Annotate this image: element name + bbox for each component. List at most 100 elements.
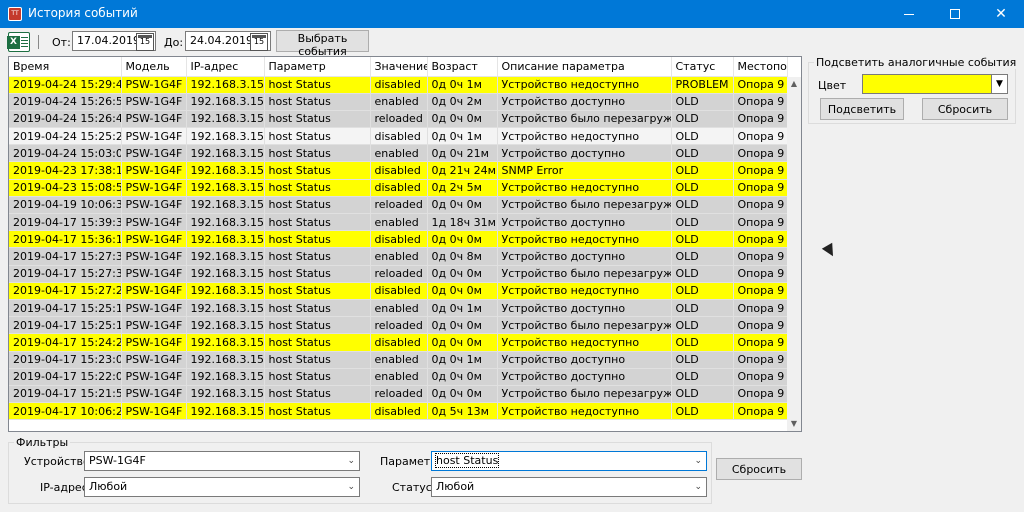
close-button[interactable]: ✕: [978, 0, 1024, 28]
table-cell: 2019-04-24 15:03:07: [9, 144, 122, 163]
table-cell: host Status: [264, 93, 371, 111]
table-row[interactable]: 2019-04-17 15:22:06 PSW-1G4F 192.168.3.152…: [9, 368, 788, 386]
to-calendar-icon[interactable]: 15: [250, 33, 268, 51]
table-cell: OLD: [671, 385, 734, 404]
table-cell: 192.168.3.152: [186, 161, 265, 180]
device-value: PSW-1G4F: [89, 454, 146, 467]
column-header[interactable]: Местопол: [733, 57, 788, 77]
table-cell: Устройство доступно: [497, 144, 672, 163]
table-cell: Опора 9: [733, 316, 788, 335]
table-row[interactable]: 2019-04-24 15:26:46 PSW-1G4F 192.168.3.152…: [9, 110, 788, 129]
table-cell: Опора 9: [733, 179, 788, 197]
table-cell: PSW-1G4F: [121, 351, 187, 369]
table-cell: 0д 0ч 0м: [427, 385, 498, 404]
column-header[interactable]: Значение: [370, 57, 428, 77]
column-header[interactable]: Время: [9, 57, 122, 77]
table-cell: reloaded: [370, 265, 428, 283]
table-cell: Опора 9: [733, 213, 788, 232]
table-cell: 192.168.3.152: [186, 385, 265, 404]
events-table: Время Модель IP-адрес Параметр Значение Возра…: [8, 56, 802, 432]
table-cell: 1д 18ч 31м: [427, 213, 498, 232]
highlight-reset-button[interactable]: Сбросить: [922, 98, 1008, 120]
table-cell: host Status: [264, 247, 371, 266]
scroll-up-icon[interactable]: ▲: [787, 77, 801, 91]
table-row[interactable]: 2019-04-17 15:27:20 PSW-1G4F 192.168.3.152…: [9, 282, 788, 300]
column-header[interactable]: Модель: [121, 57, 187, 77]
color-select[interactable]: ▼: [862, 74, 1008, 94]
table-row[interactable]: 2019-04-17 10:06:27 PSW-1G4F 192.168.3.152…: [9, 402, 788, 421]
from-calendar-icon[interactable]: 15: [136, 33, 154, 51]
table-cell: Устройство недоступно: [497, 230, 672, 249]
table-cell: 2019-04-23 17:38:15: [9, 161, 122, 180]
table-cell: disabled: [370, 333, 428, 352]
table-cell: PSW-1G4F: [121, 179, 187, 197]
table-row[interactable]: 2019-04-24 15:25:23 PSW-1G4F 192.168.3.152…: [9, 127, 788, 146]
window-title: История событий: [28, 6, 138, 20]
table-row[interactable]: 2019-04-17 15:21:55 PSW-1G4F 192.168.3.152…: [9, 385, 788, 404]
table-cell: Устройство недоступно: [497, 76, 672, 94]
status-value: Любой: [436, 480, 475, 493]
table-cell: enabled: [370, 247, 428, 266]
scroll-down-icon[interactable]: ▼: [787, 417, 801, 431]
excel-export-icon[interactable]: X: [7, 32, 30, 52]
device-select[interactable]: PSW-1G4F ⌄: [84, 451, 360, 471]
table-row[interactable]: 2019-04-24 15:03:07 PSW-1G4F 192.168.3.152…: [9, 144, 788, 163]
column-header[interactable]: Статус: [671, 57, 734, 77]
column-header[interactable]: IP-адрес: [186, 57, 265, 77]
table-row[interactable]: 2019-04-17 15:23:02 PSW-1G4F 192.168.3.152…: [9, 351, 788, 369]
table-row[interactable]: 2019-04-17 15:27:31 PSW-1G4F 192.168.3.152…: [9, 265, 788, 283]
table-cell: host Status: [264, 179, 371, 197]
table-cell: 0д 21ч 24м: [427, 161, 498, 180]
table-cell: 192.168.3.152: [186, 230, 265, 249]
close-icon: ✕: [995, 6, 1007, 22]
table-cell: OLD: [671, 196, 734, 215]
table-cell: PSW-1G4F: [121, 144, 187, 163]
table-cell: 192.168.3.152: [186, 144, 265, 163]
table-cell: host Status: [264, 299, 371, 318]
table-cell: reloaded: [370, 110, 428, 129]
table-cell: 0д 0ч 1м: [427, 351, 498, 369]
table-cell: Устройство было перезагружено: [497, 265, 672, 283]
table-cell: 192.168.3.152: [186, 93, 265, 111]
chevron-down-icon[interactable]: ▼: [991, 75, 1007, 93]
table-row[interactable]: 2019-04-17 15:27:36 PSW-1G4F 192.168.3.152…: [9, 247, 788, 266]
table-cell: disabled: [370, 161, 428, 180]
to-date-value: 24.04.2019: [190, 34, 253, 47]
highlight-panel-title: Подсветить аналогичные события: [814, 56, 1019, 69]
title-bar: ТТ История событий ✕: [0, 0, 1024, 28]
ip-select[interactable]: Любой ⌄: [84, 477, 360, 497]
maximize-button[interactable]: [932, 0, 978, 28]
param-select[interactable]: host Status ⌄: [431, 451, 707, 471]
table-row[interactable]: 2019-04-17 15:25:17 PSW-1G4F 192.168.3.152…: [9, 299, 788, 318]
ip-value: Любой: [89, 480, 128, 493]
table-cell: host Status: [264, 385, 371, 404]
table-row[interactable]: 2019-04-24 15:26:51 PSW-1G4F 192.168.3.152…: [9, 93, 788, 111]
table-row[interactable]: 2019-04-19 10:06:38 PSW-1G4F 192.168.3.152…: [9, 196, 788, 215]
table-cell: Устройство недоступно: [497, 333, 672, 352]
column-header[interactable]: Описание параметра: [497, 57, 672, 77]
table-row[interactable]: 2019-04-23 17:38:15 PSW-1G4F 192.168.3.152…: [9, 161, 788, 180]
select-events-button[interactable]: Выбрать события: [276, 30, 369, 58]
table-cell: disabled: [370, 230, 428, 249]
table-row[interactable]: 2019-04-23 15:08:56 PSW-1G4F 192.168.3.152…: [9, 179, 788, 197]
table-row[interactable]: 2019-04-17 15:36:16 PSW-1G4F 192.168.3.152…: [9, 230, 788, 249]
table-cell: Опора 9: [733, 76, 788, 94]
table-row[interactable]: 2019-04-17 15:25:12 PSW-1G4F 192.168.3.152…: [9, 316, 788, 335]
table-row[interactable]: 2019-04-24 15:29:44 PSW-1G4F 192.168.3.152…: [9, 76, 788, 94]
minimize-button[interactable]: [886, 0, 932, 28]
status-select[interactable]: Любой ⌄: [431, 477, 707, 497]
table-cell: Опора 9: [733, 93, 788, 111]
column-header[interactable]: Параметр: [264, 57, 371, 77]
table-row[interactable]: 2019-04-17 15:39:34 PSW-1G4F 192.168.3.152…: [9, 213, 788, 232]
table-cell: OLD: [671, 179, 734, 197]
filters-reset-button[interactable]: Сбросить: [716, 458, 802, 480]
from-date-value: 17.04.2019: [77, 34, 140, 47]
highlight-button[interactable]: Подсветить: [820, 98, 904, 120]
table-cell: 192.168.3.152: [186, 76, 265, 94]
table-cell: OLD: [671, 110, 734, 129]
table-row[interactable]: 2019-04-17 15:24:25 PSW-1G4F 192.168.3.152…: [9, 333, 788, 352]
column-header[interactable]: Возраст: [427, 57, 498, 77]
table-cell: OLD: [671, 368, 734, 386]
table-cell: Устройство доступно: [497, 247, 672, 266]
vertical-scrollbar[interactable]: ▲ ▼: [787, 77, 801, 431]
